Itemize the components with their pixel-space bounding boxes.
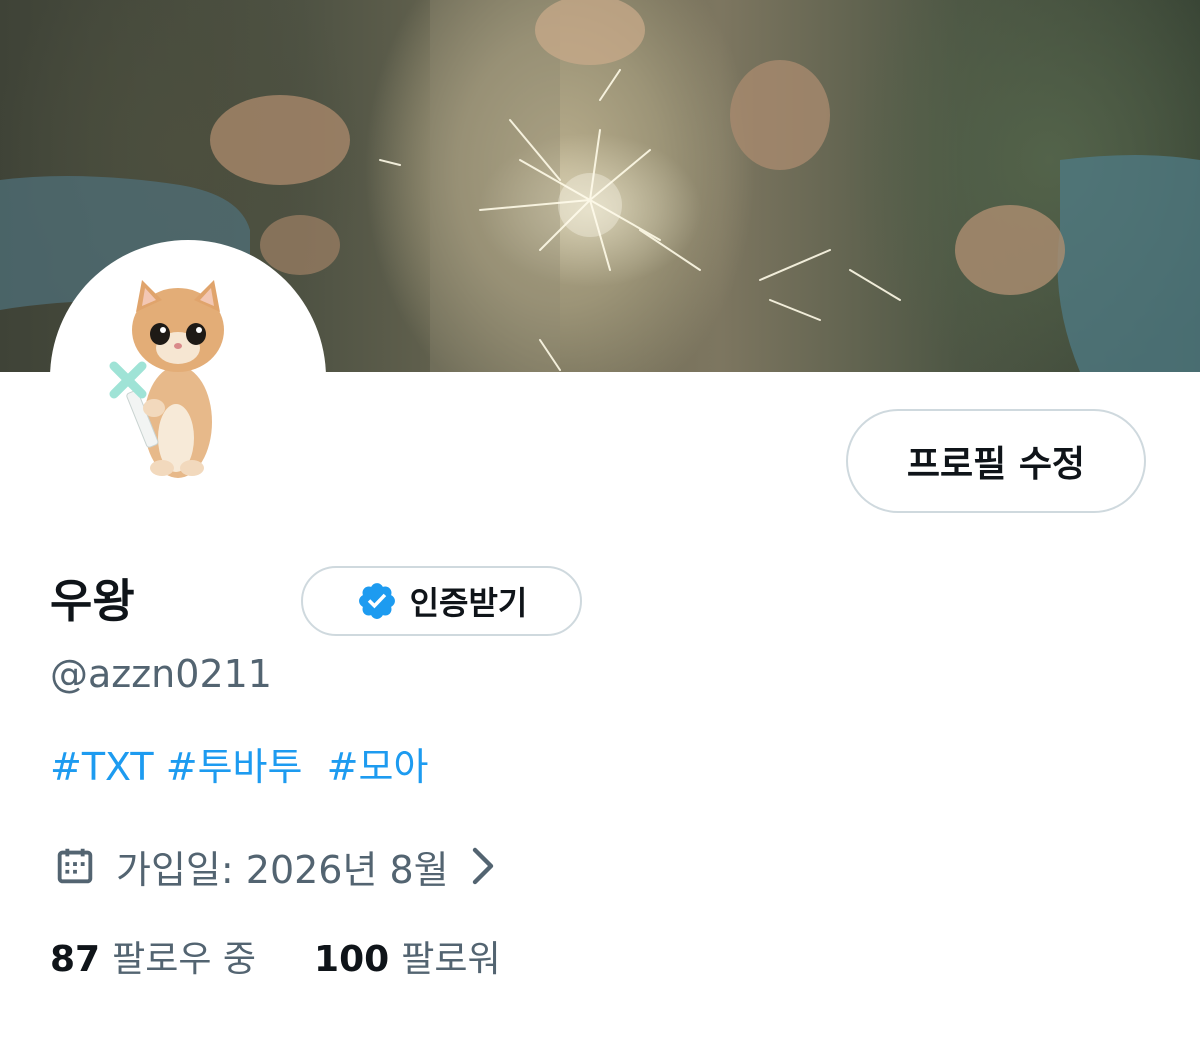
verified-badge-icon xyxy=(358,583,395,619)
profile-bio: #TXT #투바투 #모아 xyxy=(50,740,428,794)
display-name: 우왕 xyxy=(50,574,135,628)
followers-count: 100 xyxy=(314,939,390,980)
followers-link[interactable]: 100 팔로워 xyxy=(314,932,501,988)
hashtag-link[interactable]: #모아 xyxy=(327,745,429,789)
edit-profile-button[interactable]: 프로필 수정 xyxy=(846,409,1146,513)
following-label: 팔로우 중 xyxy=(112,939,257,980)
hashtag-link[interactable]: #투바투 xyxy=(166,745,303,789)
kitten-avatar-image xyxy=(109,280,224,478)
followers-label: 팔로워 xyxy=(401,939,501,980)
calendar-icon xyxy=(57,848,93,884)
profile-page: 프로필 수정 우왕 인증받기 @azzn0211 #TXT #투바투 #모아 가… xyxy=(0,0,1200,1043)
joined-date-text: 가입일: 2026년 8월 xyxy=(116,847,449,892)
hashtag-link[interactable]: #TXT xyxy=(50,745,154,789)
user-handle: @azzn0211 xyxy=(50,652,272,696)
following-link[interactable]: 87 팔로우 중 xyxy=(50,932,256,988)
profile-avatar[interactable] xyxy=(50,240,326,516)
chevron-right-icon xyxy=(472,847,493,885)
get-verified-label: 인증받기 xyxy=(409,584,528,622)
joined-date[interactable]: 가입일: 2026년 8월 xyxy=(52,836,497,896)
get-verified-button[interactable]: 인증받기 xyxy=(301,566,582,636)
follow-stats: 87 팔로우 중 100 팔로워 xyxy=(50,932,501,988)
following-count: 87 xyxy=(50,939,101,980)
